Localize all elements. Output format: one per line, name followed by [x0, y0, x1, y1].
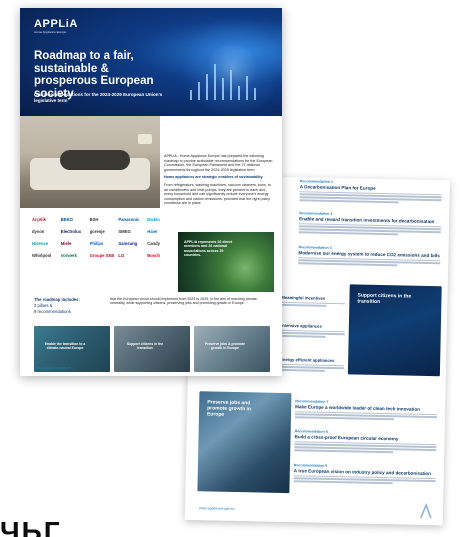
member-logo: Vorwerk — [60, 252, 78, 258]
recommendation-7: Recommendation 7 Make Europe a worldwide… — [294, 399, 438, 421]
cropped-heading-text: ЧЬГ — [0, 516, 62, 537]
brochure-spread: Recommendation 1 A Decarbonisation Plan … — [0, 0, 466, 537]
member-logo: Philips — [89, 240, 104, 246]
member-logos: Arçelik BEKO BSH Panasonic Daikin dyson … — [32, 214, 172, 284]
applia-logo: APPLiA — [34, 18, 78, 30]
image-caption: Preserve jobs and promote growth in Euro… — [206, 399, 252, 418]
roadmap-text: that the European Union should implement… — [110, 297, 258, 306]
logo-subtitle: Home Appliance Europe — [34, 30, 67, 34]
pillar-image: Preserve jobs & promote growth in Europe — [194, 326, 270, 372]
member-logo: LG — [118, 252, 125, 258]
intro-paragraph: APPLiA - Home Appliance Europe has prepa… — [164, 154, 273, 172]
front-footer-url[interactable]: www.applia-europe.eu — [34, 366, 72, 370]
living-room-photo — [20, 116, 160, 208]
page-subtitle: Our recommendations for the 2024-2029 Eu… — [34, 92, 163, 103]
image-caption: Support citizens in the transition — [126, 342, 164, 351]
recommendation-3: Recommendation 3 Modernise our energy sy… — [298, 245, 441, 267]
preserve-jobs-image: Preserve jobs and promote growth in Euro… — [197, 391, 292, 494]
side-block-incentives: Meaningful incentives — [281, 294, 346, 307]
member-logo: Panasonic — [118, 216, 140, 222]
member-logo: BSH — [89, 216, 99, 222]
recommendation-9: Recommendation 9 A true European vision … — [293, 463, 436, 485]
side-block-title: Energy efficient appliances — [280, 356, 335, 364]
intro-text: APPLiA - Home Appliance Europe has prepa… — [164, 154, 274, 209]
member-logo: Arçelik — [32, 216, 46, 222]
image-caption: Preserve jobs & promote growth in Europe — [204, 342, 246, 351]
recommendation-8: Recommendation 8 Build a cross-proof Eur… — [294, 429, 437, 454]
member-logo: Bosch — [147, 252, 160, 258]
front-page: APPLiA Home Appliance Europe Roadmap to … — [20, 8, 282, 376]
side-block-title: Meaningful incentives — [281, 294, 326, 301]
member-logo: Hisense — [32, 240, 49, 246]
member-logo: gorenje — [89, 228, 105, 234]
back-footer-url: www.applia-europe.eu — [198, 506, 235, 511]
member-logo: Miele — [60, 240, 72, 246]
member-logo: Samsung — [118, 240, 138, 246]
roadmap-item: 3 pillars & — [34, 303, 53, 308]
member-logo: Daikin — [147, 216, 160, 222]
member-logo: SMEG — [118, 228, 131, 234]
image-caption: APPLiA represents 26 direct members and … — [184, 240, 233, 258]
recommendation-2: Recommendation 2 Enable and reward trans… — [298, 211, 441, 236]
pillar-image: Support citizens in the transition — [114, 326, 190, 372]
member-logo: BEKO — [60, 216, 73, 222]
side-block-efficient: Energy efficient appliances — [279, 356, 345, 372]
hero-banner: APPLiA Home Appliance Europe Roadmap to … — [20, 8, 282, 116]
roadmap-item: 9 recommendations — [34, 309, 71, 314]
support-citizens-image: Support citizens in the transition — [347, 284, 442, 377]
member-logo: Electrolux — [60, 228, 82, 234]
intro-paragraph: From refrigerators, washing machines, va… — [164, 182, 271, 206]
image-caption: Enable the transition to a climate-neutr… — [44, 342, 86, 351]
member-logo: Groupe SEB — [89, 252, 115, 258]
roadmap-heading: The roadmap includes: — [34, 297, 80, 302]
side-block-intensive: Intensive appliances — [280, 322, 345, 338]
member-logo: dyson — [32, 228, 45, 234]
image-caption: Support citizens in the transition — [357, 292, 412, 305]
member-logo: Candy — [147, 240, 160, 246]
recommendation-1: Recommendation 1 A Decarbonisation Plan … — [299, 179, 442, 204]
member-logo: Whirlpool — [32, 252, 52, 258]
intro-heading: Home appliances are strategic enablers o… — [164, 175, 264, 180]
member-logo: Haier — [147, 228, 158, 234]
side-block-title: Intensive appliances — [280, 322, 322, 329]
applia-mark-icon — [420, 502, 432, 519]
seedling-photo: APPLiA represents 26 direct members and … — [178, 232, 274, 292]
